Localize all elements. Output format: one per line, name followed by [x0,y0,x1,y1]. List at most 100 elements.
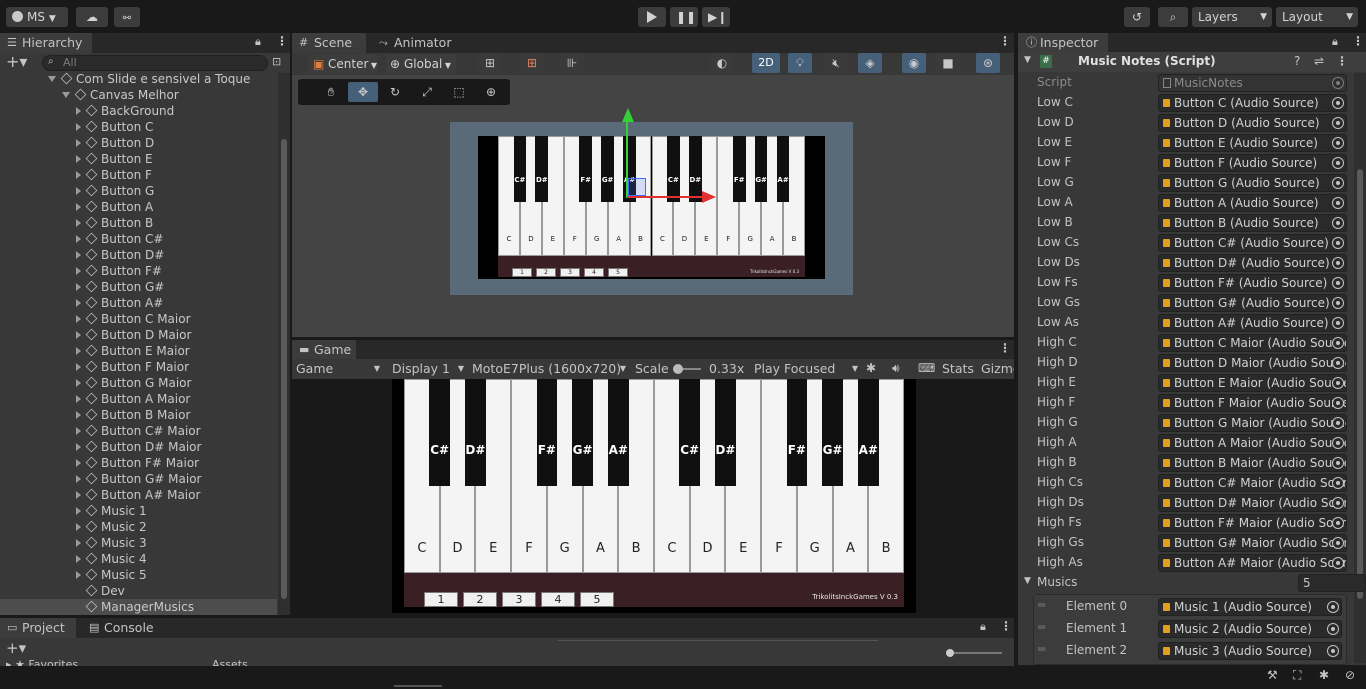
hierarchy-item[interactable]: Button G# Maior [0,471,277,487]
object-picker-icon[interactable] [1332,217,1344,229]
object-picker-icon[interactable] [1332,97,1344,109]
hierarchy-item[interactable]: Button A# [0,295,277,311]
help-icon[interactable]: ? [1294,54,1300,68]
audio-source-field[interactable]: Button G# (Audio Source) [1158,294,1347,312]
shading-mode-button[interactable]: ◐ [710,53,734,73]
notifications-icon[interactable]: ⊘ [1345,668,1355,682]
version-control-button[interactable]: ⚯ [114,7,140,27]
hierarchy-item[interactable]: Dev [0,583,277,599]
icon-size-slider[interactable] [946,652,1002,654]
hierarchy-item[interactable]: Button F Maior [0,359,277,375]
audio-source-field[interactable]: Button C# (Audio Source) [1158,234,1347,252]
hierarchy-scrollbar[interactable] [278,73,290,615]
scene-viewport[interactable]: C D E F G A B C D E F G A B C# D# F# G# A# C# D# F# G# A# 1 2 3 4 5 T… [450,108,853,295]
music-audio-field[interactable]: Music 1 (Audio Source) [1158,598,1342,616]
transform-tool[interactable]: ⊕ [476,82,506,102]
component-menu-icon[interactable]: ⋮ [1336,54,1348,68]
expand-right-icon[interactable] [76,299,81,307]
hierarchy-item[interactable]: Music 3 [0,535,277,551]
black-key[interactable]: A# [857,379,879,486]
slider-knob[interactable] [946,649,954,657]
object-picker-icon[interactable] [1332,157,1344,169]
object-picker-icon[interactable] [1332,477,1344,489]
gizmo-plane-handle[interactable] [628,178,646,196]
scale-slider-knob[interactable] [673,364,683,374]
drag-handle-icon[interactable]: ═ [1038,598,1045,612]
object-picker-icon[interactable] [1332,137,1344,149]
audio-source-field[interactable]: Button E Maior (Audio Source) [1158,374,1347,392]
music-number-button[interactable]: 4 [584,267,604,277]
black-key[interactable]: D# [715,379,736,486]
black-key[interactable]: G# [754,136,768,202]
expand-right-icon[interactable] [76,219,81,227]
grid-snap-button[interactable]: ⊞ [478,53,502,73]
audio-source-field[interactable]: Button C (Audio Source) [1158,94,1347,112]
play-button[interactable] [638,7,666,27]
lock-icon[interactable]: 🔒︎ [980,620,986,634]
move-tool[interactable]: ✥ [348,82,378,102]
audio-source-field[interactable]: Button D# (Audio Source) [1158,254,1347,272]
black-key[interactable]: F# [786,379,808,486]
expand-right-icon[interactable] [76,123,81,131]
object-picker-icon[interactable] [1332,237,1344,249]
game-view[interactable]: C D E F G A B C D E F G A B C# D# F# G# A# C# D# F# G# A# 1 2 3 4 5 T… [392,379,916,613]
object-picker-icon[interactable] [1332,437,1344,449]
black-key[interactable]: D# [688,136,702,202]
bug-icon[interactable]: ✱ [866,361,876,375]
audio-source-field[interactable]: Button D# Maior (Audio Source) [1158,494,1347,512]
hierarchy-item[interactable]: Button F# Maior [0,455,277,471]
expand-right-icon[interactable] [76,395,81,403]
object-picker-icon[interactable] [1327,601,1339,613]
object-picker-icon[interactable] [1332,297,1344,309]
cache-icon[interactable]: ⚒ [1267,668,1278,682]
black-key[interactable]: G# [601,136,614,202]
scrollbar-thumb[interactable] [281,139,287,599]
hierarchy-item[interactable]: Button G [0,183,277,199]
account-dropdown[interactable]: MS ▼ [6,7,68,27]
effects-toggle[interactable]: ◈ [858,53,882,73]
debug-icon[interactable]: ✱ [1319,668,1329,682]
hierarchy-item[interactable]: Button C# Maior [0,423,277,439]
network-icon[interactable]: ⛶ [1293,668,1301,683]
black-key[interactable]: D# [465,379,486,486]
black-key[interactable]: D# [535,136,549,202]
hierarchy-item[interactable]: ManagerMusics [0,599,277,615]
hierarchy-item[interactable]: Button D# [0,247,277,263]
preset-icon[interactable]: ⇌ [1314,54,1324,68]
music-number-button[interactable]: 1 [512,267,532,277]
drag-handle-icon[interactable]: ═ [1038,642,1045,656]
tab-game[interactable]: ▬ Game [292,340,356,360]
hierarchy-item[interactable]: BackGround [0,103,277,119]
camera-button[interactable]: ■ [936,53,960,73]
audio-source-field[interactable]: Button F# (Audio Source) [1158,274,1347,292]
hierarchy-item[interactable]: Button F# [0,263,277,279]
pivot-dropdown[interactable]: ▣ Center ▼ [308,54,378,74]
hierarchy-item[interactable]: Button G Maior [0,375,277,391]
object-picker-icon[interactable] [1327,623,1339,635]
audio-source-field[interactable]: Button B Maior (Audio Source) [1158,454,1347,472]
hierarchy-item[interactable]: Button D [0,135,277,151]
expand-down-icon[interactable] [62,92,70,98]
hierarchy-item[interactable]: Button G# [0,279,277,295]
hierarchy-item[interactable]: Button E [0,151,277,167]
expand-right-icon[interactable] [76,459,81,467]
play-focused-dropdown[interactable]: Play Focused ▼ [754,361,858,376]
hierarchy-item[interactable]: Button A [0,199,277,215]
hierarchy-item[interactable]: Button C Maior [0,311,277,327]
audio-source-field[interactable]: Button C# Maior (Audio Source) [1158,474,1347,492]
black-key[interactable]: C# [679,379,701,486]
tab-scene[interactable]: # Scene [292,33,366,53]
add-icon[interactable]: +▾ [6,639,26,657]
more-menu-icon[interactable]: ⋮ [999,34,1011,48]
scale-tool[interactable]: ⤢ [412,82,442,102]
expand-right-icon[interactable] [76,475,81,483]
audio-source-field[interactable]: Button G# Maior (Audio Source) [1158,534,1347,552]
project-search-input[interactable] [558,640,878,650]
layers-dropdown[interactable]: Layers ▼ [1192,7,1272,27]
keyboard-icon[interactable]: ⌨︎ [918,361,935,375]
step-button[interactable]: ▶❙ [702,7,730,27]
expand-right-icon[interactable] [76,491,81,499]
music-audio-field[interactable]: Music 2 (Audio Source) [1158,620,1342,638]
hierarchy-item[interactable]: Button F [0,167,277,183]
audio-source-field[interactable]: Button D Maior (Audio Source) [1158,354,1347,372]
